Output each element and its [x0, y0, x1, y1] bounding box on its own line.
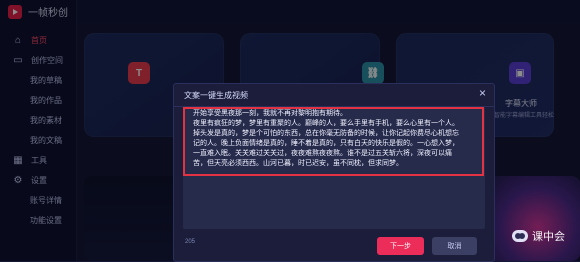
- script-textarea[interactable]: 开始享受黑夜那一刻，我就不再对黎明抱有期待。 夜里有疯狂的梦，梦里有重聚的人。巅…: [183, 107, 485, 229]
- cancel-button[interactable]: 取消: [432, 237, 477, 255]
- script-text: 开始享受黑夜那一刻，我就不再对黎明抱有期待。 夜里有疯狂的梦，梦里有重聚的人。巅…: [193, 109, 473, 169]
- char-counter: 205: [185, 239, 196, 245]
- script-line: 开始享受黑夜那一刻，我就不再对黎明抱有期待。: [193, 110, 347, 117]
- script-line: 夜里有疯狂的梦，梦里有重聚的人。巅峰的人，要么手里有手机，要么心里有一个人。: [193, 120, 459, 127]
- generate-video-modal: 文案一键生成视频 × 开始享受黑夜那一刻，我就不再对黎明抱有期待。 夜里有疯狂的…: [173, 83, 495, 262]
- script-line: 苦，但天亮必须西西。山河已暮，时已迟安，虽不同枕，但求同梦。: [193, 160, 403, 167]
- chat-icon: [515, 233, 525, 239]
- script-line: 掉头发是真的，梦是个可怕的东西，总在你毫无防备的时候，让你记起你费尽心机想忘: [193, 130, 459, 137]
- close-icon[interactable]: ×: [479, 86, 486, 100]
- watermark-label: 课中会: [532, 231, 565, 243]
- next-button[interactable]: 下一步: [377, 237, 424, 255]
- script-line: 一直难入眠。关关难过关关过，夜夜难熬夜夜熬。谁不是过五关斩六将，深夜可以痛: [193, 150, 452, 157]
- watermark: 课中会: [512, 228, 565, 244]
- wechat-icon: [512, 230, 528, 242]
- modal-title: 文案一键生成视频: [184, 91, 248, 100]
- script-line: 记的人。晚上负面情绪是真的，睡不着是真的，只有白天的快乐是假的。一心想入梦，: [193, 140, 459, 147]
